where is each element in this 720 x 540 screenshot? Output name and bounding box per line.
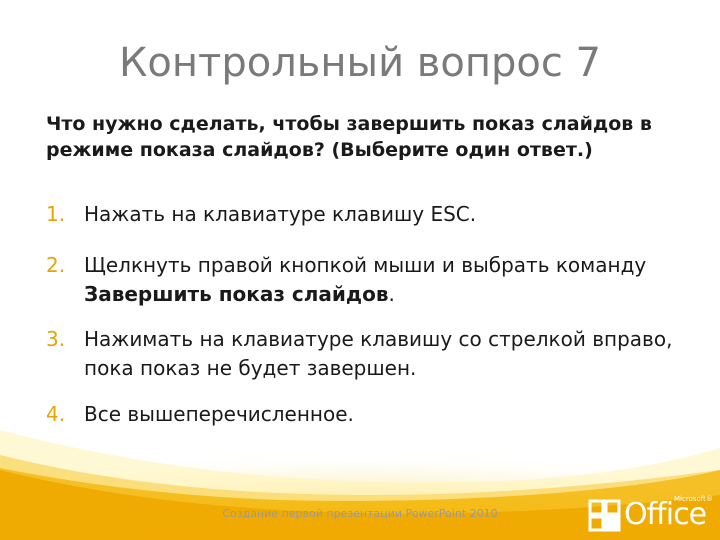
answer-text: Все вышеперечисленное. <box>84 402 354 426</box>
slide-footer: Создание первой презентации PowerPoint 2… <box>222 507 498 520</box>
answer-option-2[interactable]: 2. Щелкнуть правой кнопкой мыши и выбрат… <box>46 251 686 309</box>
answer-number: 1. <box>46 202 66 226</box>
answer-option-1[interactable]: 1. Нажать на клавиатуре клавишу ESC. <box>46 200 686 229</box>
answer-text: Нажать на клавиатуре клавишу ESC. <box>84 202 477 226</box>
answer-number: 4. <box>46 402 66 426</box>
answer-list: 1. Нажать на клавиатуре клавишу ESC. 2. … <box>46 200 686 429</box>
answer-number: 2. <box>46 253 66 277</box>
question-text: Что нужно сделать, чтобы завершить показ… <box>46 113 652 161</box>
answer-option-4[interactable]: 4. Все вышеперечисленное. <box>46 400 686 429</box>
answer-number: 3. <box>46 327 66 351</box>
slide-title: Контрольный вопрос 7 <box>119 40 601 86</box>
answer-text: Нажимать на клавиатуре клавишу со стрелк… <box>84 327 673 380</box>
slide: Контрольный вопрос 7 Что нужно сделать, … <box>0 0 720 540</box>
office-logo: Microsoft® Office <box>588 495 716 535</box>
office-logo-icon <box>588 499 621 532</box>
logo-name-text: Office <box>624 497 707 532</box>
answer-text-end: . <box>388 282 395 306</box>
answer-command-bold: Завершить показ слайдов <box>84 282 389 306</box>
answer-text: Щелкнуть правой кнопкой мыши и выбрать к… <box>84 253 647 277</box>
answer-option-3[interactable]: 3. Нажимать на клавиатуре клавишу со стр… <box>46 325 686 383</box>
